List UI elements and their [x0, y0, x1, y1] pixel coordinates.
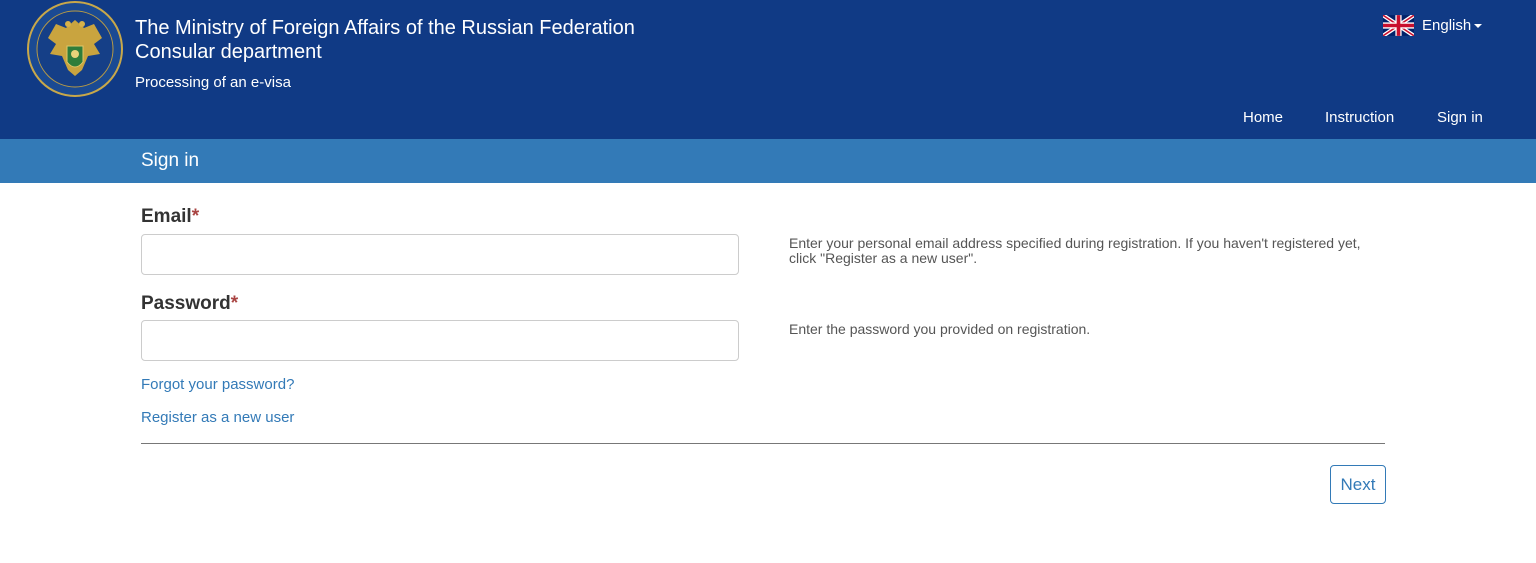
email-label-text: Email [141, 206, 192, 227]
password-field[interactable] [141, 320, 739, 361]
password-label: Password* [141, 293, 238, 315]
nav-instruction-link[interactable]: Instruction [1325, 108, 1394, 128]
form-divider [141, 443, 1385, 444]
password-required-mark: * [230, 293, 239, 314]
nav-home-link[interactable]: Home [1243, 108, 1283, 128]
language-label: English [1422, 16, 1472, 34]
email-help-text: Enter your personal email address specif… [789, 235, 1361, 266]
forgot-password-link[interactable]: Forgot your password? [141, 376, 294, 394]
nav-signin-link[interactable]: Sign in [1437, 108, 1483, 128]
next-button[interactable]: Next [1330, 465, 1386, 504]
header-department: Consular department [135, 41, 322, 63]
ministry-emblem-icon [27, 1, 123, 97]
caret-down-icon [1474, 24, 1483, 28]
uk-flag-icon [1383, 14, 1414, 36]
language-dropdown[interactable]: English [1383, 14, 1483, 36]
password-help-text: Enter the password you provided on regis… [789, 321, 1091, 337]
email-field[interactable] [141, 234, 739, 275]
register-new-user-link[interactable]: Register as a new user [141, 409, 294, 427]
section-title: Sign in [141, 150, 200, 171]
email-label: Email* [141, 206, 199, 228]
section-bar: Sign in [0, 139, 1536, 183]
password-label-text: Password [141, 293, 231, 314]
header-subtitle: Processing of an e-visa [135, 74, 291, 91]
header-title: The Ministry of Foreign Affairs of the R… [135, 17, 635, 39]
page-header: The Ministry of Foreign Affairs of the R… [0, 0, 1536, 139]
email-required-mark: * [191, 206, 200, 227]
